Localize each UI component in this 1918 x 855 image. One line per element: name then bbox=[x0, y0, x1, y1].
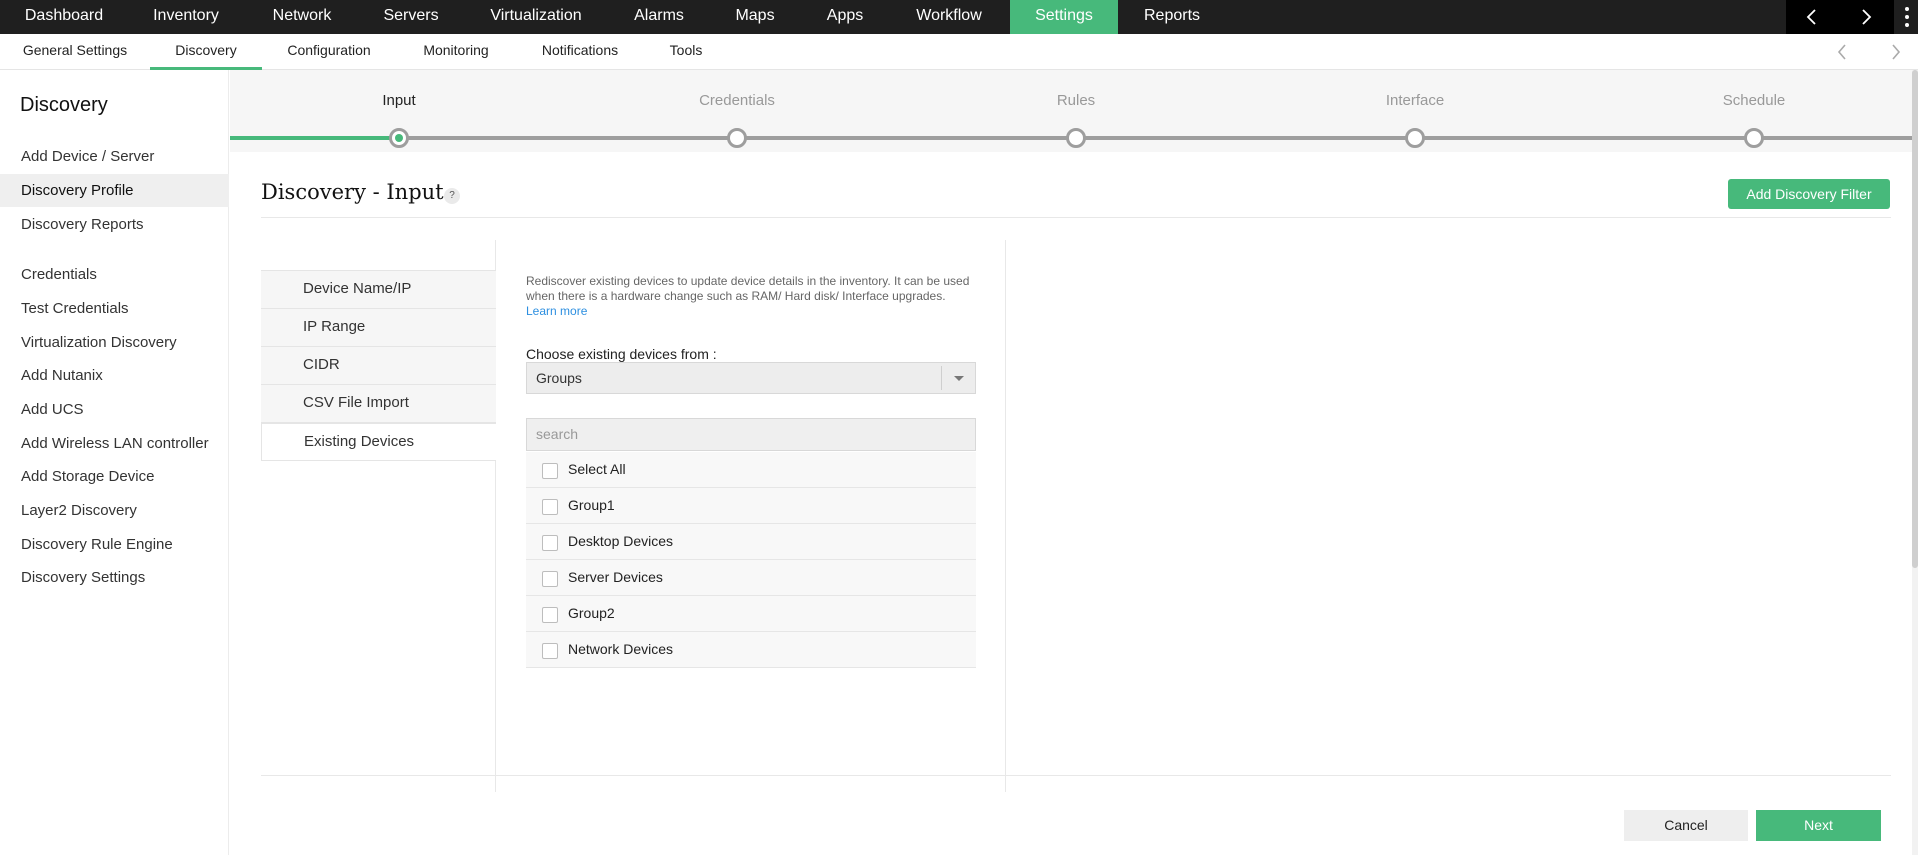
list-item[interactable]: Group1 bbox=[526, 488, 976, 524]
sidebar-item-discovery-rule-engine[interactable]: Discovery Rule Engine bbox=[0, 528, 229, 561]
input-type-ip-range[interactable]: IP Range bbox=[261, 309, 496, 347]
group-checkbox[interactable] bbox=[542, 643, 558, 659]
sidebar-item-add-device[interactable]: Add Device / Server bbox=[0, 140, 229, 173]
sidebar-item-discovery-settings[interactable]: Discovery Settings bbox=[0, 561, 229, 594]
top-nav: Dashboard Inventory Network Servers Virt… bbox=[0, 0, 1918, 34]
subnav-tools[interactable]: Tools bbox=[644, 34, 728, 70]
topnav-apps[interactable]: Apps bbox=[802, 0, 888, 34]
group-checkbox[interactable] bbox=[542, 499, 558, 515]
sidebar-title: Discovery bbox=[20, 94, 108, 116]
input-type-list: Device Name/IP IP Range CIDR CSV File Im… bbox=[261, 270, 496, 461]
sub-nav: General Settings Discovery Configuration… bbox=[0, 34, 1918, 70]
chevron-left-icon bbox=[1806, 9, 1816, 25]
topnav-scroll-arrows bbox=[1786, 0, 1894, 34]
main-content: Input Credentials Rules Interface Schedu… bbox=[230, 70, 1918, 855]
step-label-credentials[interactable]: Credentials bbox=[699, 92, 775, 109]
choose-existing-select[interactable]: Groups bbox=[526, 362, 976, 394]
topnav-settings[interactable]: Settings bbox=[1010, 0, 1118, 34]
divider bbox=[1005, 240, 1006, 792]
next-button[interactable]: Next bbox=[1756, 810, 1881, 841]
subnav-general-settings[interactable]: General Settings bbox=[0, 34, 150, 70]
sidebar-item-add-ucs[interactable]: Add UCS bbox=[0, 393, 229, 426]
learn-more-link[interactable]: Learn more bbox=[526, 304, 587, 318]
list-item[interactable]: Select All bbox=[526, 452, 976, 488]
step-label-input[interactable]: Input bbox=[382, 92, 415, 109]
subnav-monitoring[interactable]: Monitoring bbox=[396, 34, 516, 70]
checkbox-label: Group1 bbox=[568, 497, 615, 513]
input-type-device-name-ip[interactable]: Device Name/IP bbox=[261, 271, 496, 309]
topnav-virtualization[interactable]: Virtualization bbox=[462, 0, 610, 34]
list-item[interactable]: Group2 bbox=[526, 596, 976, 632]
step-label-interface[interactable]: Interface bbox=[1386, 92, 1444, 109]
chevron-left-icon[interactable] bbox=[1837, 44, 1847, 60]
input-type-csv-file-import[interactable]: CSV File Import bbox=[261, 385, 496, 423]
group-checkbox[interactable] bbox=[542, 571, 558, 587]
topnav-reports[interactable]: Reports bbox=[1118, 0, 1226, 34]
wizard-stepper: Input Credentials Rules Interface Schedu… bbox=[230, 70, 1918, 152]
topnav-prev-button[interactable] bbox=[1786, 0, 1840, 34]
sidebar-item-discovery-reports[interactable]: Discovery Reports bbox=[0, 208, 229, 241]
topnav-alarms[interactable]: Alarms bbox=[610, 0, 708, 34]
step-dot-rules[interactable] bbox=[1066, 128, 1086, 148]
topnav-inventory[interactable]: Inventory bbox=[128, 0, 244, 34]
topnav-servers[interactable]: Servers bbox=[360, 0, 462, 34]
divider bbox=[941, 366, 942, 390]
group-search-input[interactable]: search bbox=[526, 418, 976, 451]
sidebar-item-discovery-profile[interactable]: Discovery Profile bbox=[0, 174, 229, 207]
sidebar-item-add-storage-device[interactable]: Add Storage Device bbox=[0, 460, 229, 493]
checkbox-label: Select All bbox=[568, 461, 626, 477]
caret-down-icon bbox=[954, 376, 964, 381]
input-type-existing-devices[interactable]: Existing Devices bbox=[261, 423, 496, 461]
divider bbox=[261, 775, 1891, 776]
choose-existing-value: Groups bbox=[536, 370, 582, 386]
existing-devices-description: Rediscover existing devices to update de… bbox=[526, 274, 970, 303]
subnav-discovery[interactable]: Discovery bbox=[150, 34, 262, 70]
chevron-right-icon[interactable] bbox=[1891, 44, 1901, 60]
step-dot-input[interactable] bbox=[389, 128, 409, 148]
group-checkbox[interactable] bbox=[542, 535, 558, 551]
checkbox-label: Network Devices bbox=[568, 641, 674, 657]
step-label-rules[interactable]: Rules bbox=[1057, 92, 1095, 109]
scrollbar-thumb[interactable] bbox=[1912, 70, 1918, 568]
topnav-dashboard[interactable]: Dashboard bbox=[0, 0, 128, 34]
list-item[interactable]: Network Devices bbox=[526, 632, 976, 668]
more-menu-icon[interactable] bbox=[1896, 0, 1918, 34]
sidebar-item-add-nutanix[interactable]: Add Nutanix bbox=[0, 359, 229, 392]
topnav-next-button[interactable] bbox=[1840, 0, 1894, 34]
step-dot-interface[interactable] bbox=[1405, 128, 1425, 148]
checkbox-label: Server Devices bbox=[568, 569, 663, 585]
subnav-notifications[interactable]: Notifications bbox=[516, 34, 644, 70]
choose-existing-label: Choose existing devices from : bbox=[526, 346, 717, 362]
topnav-workflow[interactable]: Workflow bbox=[888, 0, 1010, 34]
sidebar: Discovery Add Device / Server Discovery … bbox=[0, 70, 229, 855]
stepper-progress bbox=[230, 136, 398, 140]
input-type-cidr[interactable]: CIDR bbox=[261, 347, 496, 385]
add-discovery-filter-button[interactable]: Add Discovery Filter bbox=[1728, 179, 1890, 209]
sidebar-item-layer2-discovery[interactable]: Layer2 Discovery bbox=[0, 494, 229, 527]
subnav-configuration[interactable]: Configuration bbox=[262, 34, 396, 70]
chevron-right-icon bbox=[1862, 9, 1872, 25]
group-checkbox-list: Select All Group1 Desktop Devices Server… bbox=[526, 452, 976, 668]
page-scrollbar[interactable] bbox=[1912, 70, 1918, 855]
help-icon[interactable]: ? bbox=[444, 188, 460, 204]
list-item[interactable]: Server Devices bbox=[526, 560, 976, 596]
group-checkbox[interactable] bbox=[542, 607, 558, 623]
checkbox-label: Group2 bbox=[568, 605, 615, 621]
divider bbox=[261, 217, 1891, 218]
cancel-button[interactable]: Cancel bbox=[1624, 810, 1748, 841]
list-item[interactable]: Desktop Devices bbox=[526, 524, 976, 560]
sidebar-item-add-wireless-lan-controller[interactable]: Add Wireless LAN controller bbox=[0, 427, 229, 460]
topnav-network[interactable]: Network bbox=[244, 0, 360, 34]
step-dot-schedule[interactable] bbox=[1744, 128, 1764, 148]
topnav-maps[interactable]: Maps bbox=[708, 0, 802, 34]
select-all-checkbox[interactable] bbox=[542, 463, 558, 479]
sidebar-item-credentials[interactable]: Credentials bbox=[0, 258, 229, 291]
sidebar-item-virtualization-discovery[interactable]: Virtualization Discovery bbox=[0, 326, 229, 359]
step-label-schedule[interactable]: Schedule bbox=[1723, 92, 1786, 109]
step-dot-credentials[interactable] bbox=[727, 128, 747, 148]
sidebar-item-test-credentials[interactable]: Test Credentials bbox=[0, 292, 229, 325]
checkbox-label: Desktop Devices bbox=[568, 533, 674, 549]
page-title: Discovery - Input bbox=[261, 180, 444, 204]
